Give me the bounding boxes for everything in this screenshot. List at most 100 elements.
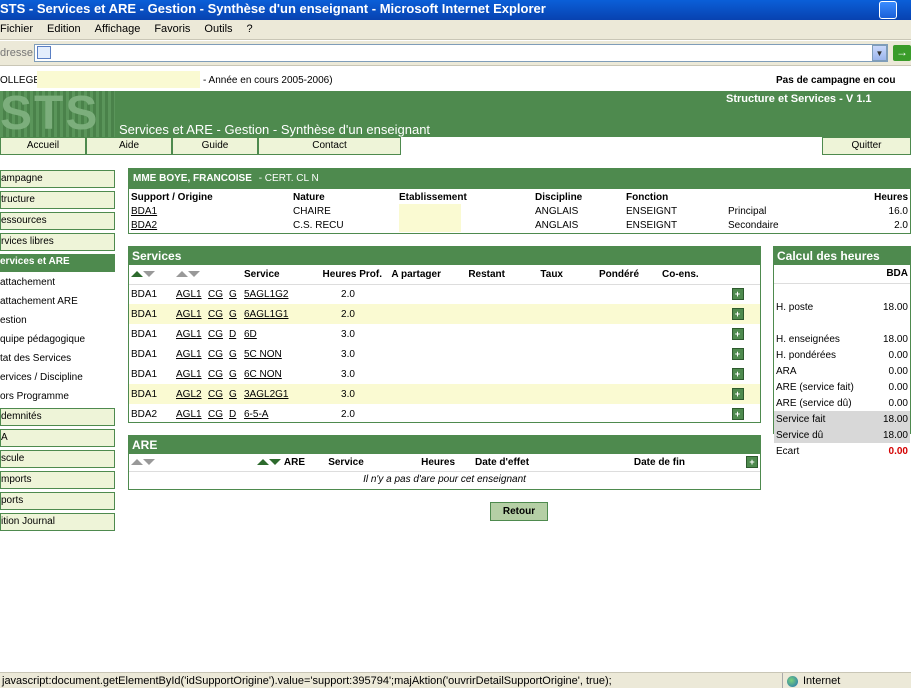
division-link[interactable]: 6-5-A — [242, 404, 312, 424]
sidebar-item-equipe[interactable]: quipe pédagogique — [0, 332, 115, 350]
sidebar-item-services-discipline[interactable]: ervices / Discipline — [0, 370, 115, 388]
division-link[interactable]: 6D — [242, 324, 312, 344]
sort-are[interactable]: ARE — [199, 454, 307, 471]
sidebar-item-services-libres[interactable]: rvices libres — [0, 233, 115, 251]
sidebar-item-bascule[interactable]: scule — [0, 450, 115, 468]
division-link[interactable]: 6AGL1G1 — [242, 304, 312, 324]
col-discipline: Discipline — [535, 192, 583, 203]
row-detail-icon[interactable]: + — [731, 368, 744, 380]
sort-asc-icon[interactable] — [176, 271, 188, 278]
sort-support[interactable] — [129, 265, 174, 284]
sidebar-item-hors-programme[interactable]: ors Programme — [0, 389, 115, 407]
sidebar-item-etat-services[interactable]: tat des Services — [0, 351, 115, 369]
sidebar-item-structure[interactable]: tructure — [0, 191, 115, 209]
calc-label: Service dû — [774, 427, 875, 443]
support-link[interactable]: BDA1 — [129, 204, 291, 218]
nav-accueil[interactable]: Accueil — [0, 137, 86, 155]
sidebar-item-rattachement-are[interactable]: attachement ARE — [0, 294, 115, 312]
window-title: STS - Services et ARE - Gestion - Synthè… — [0, 1, 546, 16]
sidebar-item-ressources[interactable]: essources — [0, 212, 115, 230]
type-link[interactable]: G — [227, 384, 242, 404]
nav-aide[interactable]: Aide — [86, 137, 172, 155]
heures-cell: 2.0 — [341, 408, 355, 420]
modalite-link[interactable]: CG — [206, 384, 227, 404]
sidebar-item-rattachement[interactable]: attachement — [0, 275, 115, 293]
menu-favoris[interactable]: Favoris — [154, 20, 197, 35]
add-are-icon[interactable]: + — [746, 456, 758, 469]
sidebar-item-indemnites[interactable]: demnités — [0, 408, 115, 426]
sidebar-item-imports[interactable]: mports — [0, 471, 115, 489]
sidebar-item-a[interactable]: A — [0, 429, 115, 447]
window-controls[interactable] — [879, 1, 905, 19]
matiere-link[interactable]: AGL2 — [174, 384, 206, 404]
modalite-link[interactable]: CG — [206, 324, 227, 344]
sort-are-left[interactable] — [129, 454, 199, 471]
sort-desc-icon[interactable] — [269, 459, 282, 466]
services-table: Service Heures Prof. A partager Restant … — [129, 265, 760, 424]
division-link[interactable]: 5C NON — [242, 344, 312, 364]
restore-icon[interactable] — [879, 1, 897, 19]
matiere-link[interactable]: AGL1 — [174, 304, 206, 324]
row-detail-icon[interactable]: + — [731, 388, 744, 400]
support-link[interactable]: BDA2 — [129, 218, 291, 232]
sort-desc-icon[interactable] — [188, 271, 200, 278]
sort-asc-icon[interactable] — [131, 271, 143, 278]
menu-outils[interactable]: Outils — [204, 20, 239, 35]
division-link[interactable]: 3AGL2G1 — [242, 384, 312, 404]
division-link[interactable]: 5AGL1G2 — [242, 284, 312, 304]
row-detail-icon[interactable]: + — [731, 408, 744, 420]
sidebar-item-services-are[interactable]: ervices et ARE — [0, 254, 115, 272]
type-link[interactable]: D — [227, 324, 242, 344]
sort-asc-icon[interactable] — [257, 459, 270, 466]
type-link[interactable]: G — [227, 364, 242, 384]
table-row: BDA2 AGL1 CG D 6-5-A 2.0 + — [129, 404, 760, 424]
matiere-link[interactable]: AGL1 — [174, 284, 206, 304]
row-detail-icon[interactable]: + — [731, 288, 744, 301]
modalite-link[interactable]: CG — [206, 304, 227, 324]
menu-affichage[interactable]: Affichage — [95, 20, 148, 35]
menu-edition[interactable]: Edition — [47, 20, 88, 35]
modalite-link[interactable]: CG — [206, 284, 227, 304]
menu-fichier[interactable]: Fichier — [0, 20, 40, 35]
col-fonction: Fonction — [626, 192, 669, 203]
address-input[interactable] — [34, 44, 888, 62]
sort-service[interactable] — [174, 265, 242, 284]
matiere-link[interactable]: AGL1 — [174, 364, 206, 384]
heures-cell: 3.0 — [341, 368, 355, 380]
division-link[interactable]: 6C NON — [242, 364, 312, 384]
type-link[interactable]: G — [227, 284, 242, 304]
type-link[interactable]: D — [227, 404, 242, 424]
type-link[interactable]: G — [227, 344, 242, 364]
menu-help[interactable]: ? — [247, 20, 260, 35]
calc-column: BDA — [886, 268, 908, 280]
col-etablissement: Etablissement — [399, 192, 467, 203]
row-detail-icon[interactable]: + — [731, 328, 744, 340]
etablissement-cell — [397, 218, 533, 232]
matiere-link[interactable]: AGL1 — [174, 404, 206, 424]
nav-contact[interactable]: Contact — [258, 137, 401, 155]
sidebar-item-exports[interactable]: ports — [0, 492, 115, 510]
modalite-link[interactable]: CG — [206, 344, 227, 364]
modalite-link[interactable]: CG — [206, 364, 227, 384]
go-arrow-icon[interactable]: → — [893, 45, 911, 61]
sidebar-item-gestion[interactable]: estion — [0, 313, 115, 331]
menu-bar: Fichier Edition Affichage Favoris Outils? — [0, 20, 911, 40]
matiere-link[interactable]: AGL1 — [174, 344, 206, 364]
nav-guide[interactable]: Guide — [172, 137, 258, 155]
modalite-link[interactable]: CG — [206, 404, 227, 424]
type-link[interactable]: G — [227, 304, 242, 324]
nav-quitter[interactable]: Quitter — [822, 137, 911, 155]
sidebar-item-campagne[interactable]: ampagne — [0, 170, 115, 188]
calc-value: 18.00 — [882, 301, 908, 313]
retour-button[interactable]: Retour — [490, 502, 548, 521]
sort-asc-icon[interactable] — [131, 459, 143, 466]
row-detail-icon[interactable]: + — [731, 348, 744, 360]
fonction-cell: ENSEIGNT — [626, 219, 678, 231]
sidebar-item-edition-journal[interactable]: ition Journal — [0, 513, 115, 531]
sort-desc-icon[interactable] — [143, 271, 155, 278]
chevron-down-icon[interactable]: ▼ — [872, 45, 887, 61]
teacher-supports-table: Support / Origine Nature Etablissement D… — [129, 191, 910, 232]
sort-desc-icon[interactable] — [143, 459, 155, 466]
row-detail-icon[interactable]: + — [731, 308, 744, 320]
matiere-link[interactable]: AGL1 — [174, 324, 206, 344]
